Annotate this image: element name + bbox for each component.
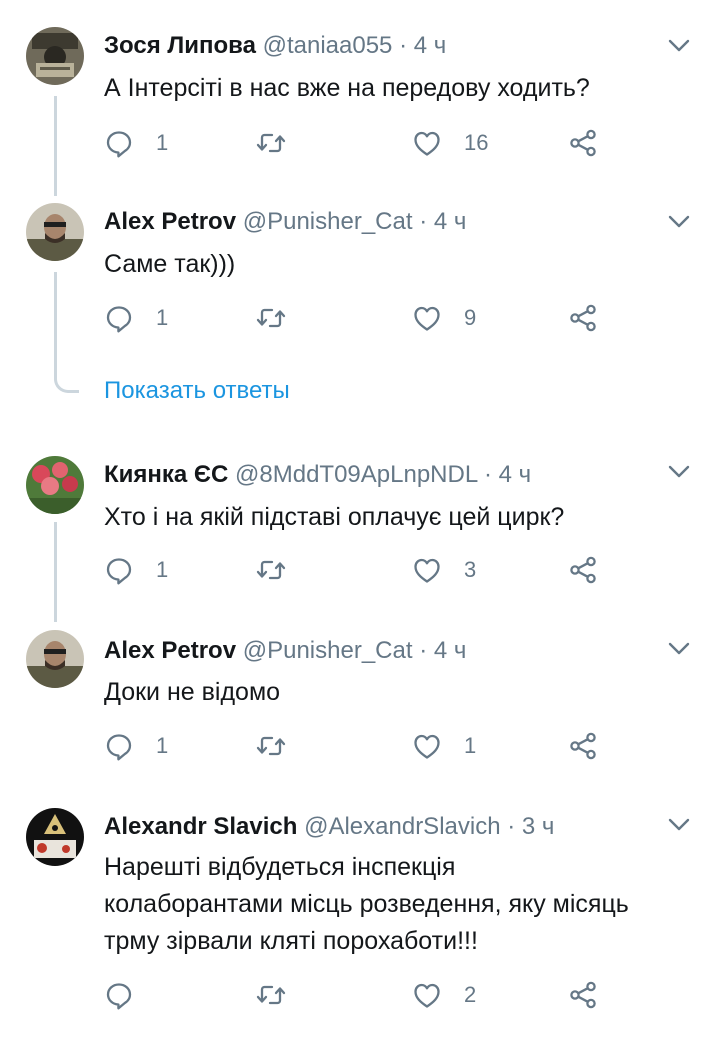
heart-icon bbox=[414, 558, 440, 583]
tweet-actions: 1 9 bbox=[104, 298, 624, 338]
reply-count: 1 bbox=[156, 305, 169, 330]
tweet-actions: 2 bbox=[104, 975, 624, 1015]
reply-button[interactable]: 1 bbox=[104, 726, 168, 766]
like-count: 2 bbox=[464, 982, 477, 1007]
tweet-text: Хто і на якій підставі оплачує цей цирк? bbox=[104, 503, 565, 531]
author-name[interactable]: Alexandr Slavich bbox=[104, 813, 297, 840]
heart-icon bbox=[414, 131, 440, 156]
author-handle[interactable]: @8MddT09ApLnpNDL bbox=[235, 461, 477, 488]
thread-elbow bbox=[54, 372, 79, 393]
share-button[interactable] bbox=[568, 298, 598, 338]
reply-count: 1 bbox=[156, 733, 169, 758]
avatar[interactable] bbox=[26, 203, 84, 261]
timestamp[interactable]: 4 ч bbox=[434, 637, 467, 664]
avatar-image bbox=[26, 27, 84, 85]
share-button[interactable] bbox=[568, 726, 598, 766]
reply-icon bbox=[106, 983, 132, 1010]
tweet-actions: 1 1 bbox=[104, 726, 624, 766]
separator: · bbox=[419, 208, 428, 235]
reply-button[interactable]: 1 bbox=[104, 123, 168, 163]
tweet-text: Нарешті відбудеться інспекція колаборант… bbox=[104, 853, 629, 955]
avatar-image bbox=[26, 203, 84, 261]
heart-icon bbox=[414, 734, 440, 759]
author-name[interactable]: Зося Липова bbox=[104, 32, 256, 59]
reply-icon bbox=[106, 558, 132, 585]
like-count: 1 bbox=[464, 733, 477, 758]
heart-icon bbox=[414, 983, 440, 1008]
share-icon bbox=[570, 981, 596, 1009]
chevron-down-icon[interactable] bbox=[665, 457, 693, 485]
reply-icon bbox=[106, 306, 132, 333]
reply-button[interactable]: 1 bbox=[104, 298, 168, 338]
retweet-button[interactable] bbox=[256, 726, 308, 766]
retweet-button[interactable] bbox=[256, 298, 308, 338]
avatar[interactable] bbox=[26, 27, 84, 85]
author-name[interactable]: Alex Petrov bbox=[104, 208, 236, 235]
tweet-text: Доки не відомо bbox=[104, 678, 281, 706]
retweet-button[interactable] bbox=[256, 550, 308, 590]
author-name[interactable]: Alex Petrov bbox=[104, 637, 236, 664]
heart-icon bbox=[414, 306, 440, 331]
author-handle[interactable]: @AlexandrSlavich bbox=[304, 813, 500, 840]
chevron-down-icon[interactable] bbox=[665, 31, 693, 59]
reply-count: 1 bbox=[156, 557, 169, 582]
retweet-icon bbox=[256, 985, 286, 1005]
thread-line bbox=[54, 522, 57, 622]
avatar-image bbox=[26, 808, 84, 866]
share-button[interactable] bbox=[568, 123, 598, 163]
tweet-actions: 1 3 bbox=[104, 550, 624, 590]
share-icon bbox=[570, 129, 596, 157]
share-icon bbox=[570, 556, 596, 584]
timestamp[interactable]: 4 ч bbox=[414, 32, 447, 59]
avatar[interactable] bbox=[26, 808, 84, 866]
separator: · bbox=[483, 461, 492, 488]
retweet-icon bbox=[256, 560, 286, 580]
avatar-image bbox=[26, 456, 84, 514]
share-icon bbox=[570, 732, 596, 760]
author-handle[interactable]: @taniaa055 bbox=[263, 32, 393, 59]
reply-icon bbox=[106, 734, 132, 761]
chevron-down-icon[interactable] bbox=[665, 207, 693, 235]
avatar[interactable] bbox=[26, 456, 84, 514]
like-count: 9 bbox=[464, 305, 477, 330]
timestamp[interactable]: 4 ч bbox=[499, 461, 532, 488]
tweet-text: Саме так))) bbox=[104, 250, 236, 278]
like-count: 3 bbox=[464, 557, 477, 582]
avatar[interactable] bbox=[26, 630, 84, 688]
separator: · bbox=[399, 32, 408, 59]
chevron-down-icon[interactable] bbox=[665, 634, 693, 662]
separator: · bbox=[507, 813, 516, 840]
reply-icon bbox=[106, 131, 132, 158]
timestamp[interactable]: 4 ч bbox=[434, 208, 467, 235]
like-button[interactable]: 16 bbox=[412, 123, 488, 163]
retweet-icon bbox=[256, 308, 286, 328]
retweet-icon bbox=[256, 736, 286, 756]
like-count: 16 bbox=[464, 130, 489, 155]
author-name[interactable]: Киянка ЄС bbox=[104, 461, 228, 488]
show-replies-link[interactable]: Показать ответы bbox=[104, 374, 290, 408]
share-button[interactable] bbox=[568, 975, 598, 1015]
share-button[interactable] bbox=[568, 550, 598, 590]
reply-button[interactable] bbox=[104, 975, 156, 1015]
chevron-down-icon[interactable] bbox=[665, 810, 693, 838]
timestamp[interactable]: 3 ч bbox=[522, 813, 555, 840]
like-button[interactable]: 3 bbox=[412, 550, 476, 590]
thread-line bbox=[54, 272, 57, 372]
retweet-button[interactable] bbox=[256, 975, 308, 1015]
reply-button[interactable]: 1 bbox=[104, 550, 168, 590]
reply-count: 1 bbox=[156, 130, 169, 155]
like-button[interactable]: 9 bbox=[412, 298, 476, 338]
retweet-icon bbox=[256, 133, 286, 153]
author-handle[interactable]: @Punisher_Cat bbox=[243, 637, 413, 664]
separator: · bbox=[419, 637, 428, 664]
avatar-image bbox=[26, 630, 84, 688]
like-button[interactable]: 2 bbox=[412, 975, 476, 1015]
tweet-text: А Інтерсіті в нас вже на передову ходить… bbox=[104, 74, 590, 102]
share-icon bbox=[570, 304, 596, 332]
tweet-actions: 1 16 bbox=[104, 123, 624, 163]
thread-line bbox=[54, 96, 57, 196]
like-button[interactable]: 1 bbox=[412, 726, 476, 766]
author-handle[interactable]: @Punisher_Cat bbox=[243, 208, 413, 235]
retweet-button[interactable] bbox=[256, 123, 308, 163]
